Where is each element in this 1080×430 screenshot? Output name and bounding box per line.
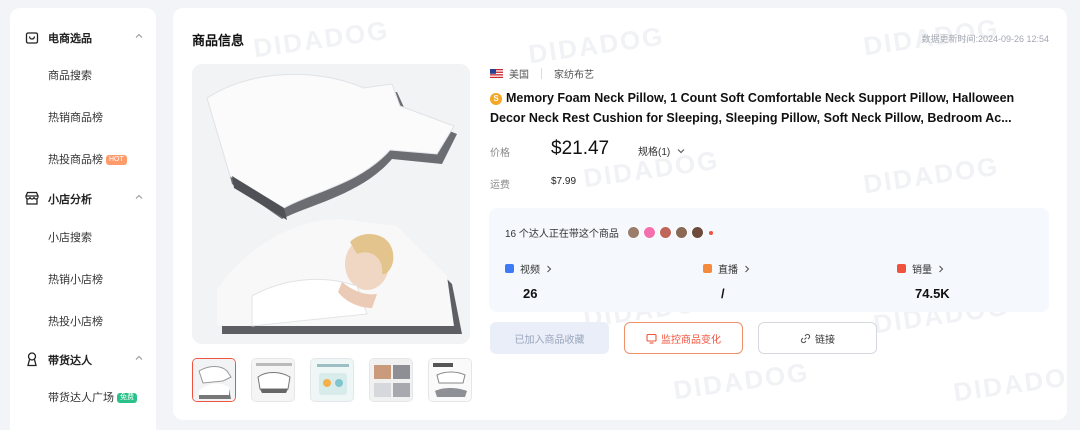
thumbnail-image xyxy=(370,359,412,401)
thumbnail-4[interactable] xyxy=(369,358,413,402)
watermark: DIDADOG xyxy=(671,356,812,406)
price-label: 价格 xyxy=(490,148,510,159)
monitor-changes-button[interactable]: 监控商品变化 xyxy=(624,322,743,354)
sidebar-item-hot-promoted-products[interactable]: 热投商品榜 HOT xyxy=(48,151,127,169)
watermark: DIDADOG xyxy=(251,14,392,64)
product-main-image[interactable] xyxy=(192,64,470,344)
sidebar-item-product-search[interactable]: 商品搜索 xyxy=(48,67,92,85)
avatar xyxy=(690,226,704,239)
divider xyxy=(541,68,542,79)
creator-stats-card: 16 个达人正在带这个商品 视频 26 直播 / 销量 74.5K xyxy=(489,208,1049,312)
product-price: $21.47 xyxy=(551,138,610,159)
link-button-label: 链接 xyxy=(815,334,835,346)
product-category: 家纺布艺 xyxy=(554,70,594,81)
monitor-icon xyxy=(646,333,657,344)
thumbnail-3[interactable] xyxy=(310,358,354,402)
sidebar-item-creator-plaza[interactable]: 带货达人广场 免费 xyxy=(48,389,137,407)
sidebar-item-hot-selling-stores[interactable]: 热销小店榜 xyxy=(48,271,103,289)
section-title: 商品信息 xyxy=(192,33,245,48)
thumbnail-2[interactable] xyxy=(251,358,295,402)
chevron-right-icon xyxy=(547,265,552,272)
user-icon xyxy=(27,352,37,367)
avatar xyxy=(674,226,688,239)
us-flag-icon xyxy=(490,69,503,78)
sidebar-group-store-analysis[interactable]: 小店分析 xyxy=(10,187,156,211)
thumbnail-5[interactable] xyxy=(428,358,472,402)
sidebar: 电商选品 商品搜索 热销商品榜 热投商品榜 HOT 小店分析 小店搜索 热销小店榜… xyxy=(10,8,156,430)
stat-label: 销量 xyxy=(912,265,932,276)
pillow-image xyxy=(192,64,470,344)
creator-count-text: 16 个达人正在带这个商品 xyxy=(505,229,619,240)
sidebar-item-label: 热投商品榜 xyxy=(48,154,103,166)
chevron-up-icon xyxy=(135,33,143,38)
free-badge: 免费 xyxy=(117,393,137,404)
stat-video[interactable]: 视频 26 xyxy=(505,261,554,301)
product-title-row: S Memory Foam Neck Pillow, 1 Count Soft C… xyxy=(490,88,1035,128)
stat-live[interactable]: 直播 / xyxy=(703,261,752,301)
product-meta: 美国 家纺布艺 xyxy=(490,66,594,81)
spec-label: 规格(1) xyxy=(638,147,671,158)
avatar xyxy=(626,226,640,239)
watermark: DIDADOG xyxy=(951,358,1067,408)
sidebar-item-hot-selling-products[interactable]: 热销商品榜 xyxy=(48,109,103,127)
stat-label: 视频 xyxy=(520,265,540,276)
monitor-button-label: 监控商品变化 xyxy=(661,334,721,346)
favorited-button[interactable]: 已加入商品收藏 xyxy=(490,322,609,354)
chevron-right-icon xyxy=(745,265,750,272)
link-button[interactable]: 链接 xyxy=(758,322,877,354)
thumbnail-1[interactable] xyxy=(192,358,236,402)
creator-avatars[interactable] xyxy=(626,226,713,239)
shopping-bag-icon xyxy=(25,32,39,44)
sidebar-group-label: 小店分析 xyxy=(48,194,92,206)
stat-value: / xyxy=(721,286,725,301)
spec-dropdown[interactable]: 规格(1) xyxy=(638,143,686,158)
sidebar-group-ecommerce[interactable]: 电商选品 xyxy=(10,26,156,50)
sidebar-group-label: 带货达人 xyxy=(48,355,92,367)
store-icon xyxy=(25,191,39,205)
stat-value: 74.5K xyxy=(915,286,950,301)
link-icon xyxy=(800,333,811,343)
watermark: DIDADOG xyxy=(861,150,1002,200)
sidebar-group-label: 电商选品 xyxy=(48,33,92,45)
chevron-up-icon xyxy=(135,355,143,360)
stat-sales[interactable]: 销量 74.5K xyxy=(897,261,950,301)
thumbnail-image xyxy=(252,359,294,401)
video-icon xyxy=(505,264,514,273)
product-info-panel: DIDADOG DIDADOG DIDADOG DIDADOG DIDADOG … xyxy=(173,8,1067,420)
chevron-right-icon xyxy=(939,265,944,272)
live-icon xyxy=(703,264,712,273)
shipping-label: 运费 xyxy=(490,180,510,191)
sales-chart-icon xyxy=(897,264,906,273)
shipping-fee: $7.99 xyxy=(551,176,577,187)
sidebar-item-store-search[interactable]: 小店搜索 xyxy=(48,229,92,247)
shop-coin-icon: S xyxy=(490,93,502,105)
sidebar-item-hot-promoted-stores[interactable]: 热投小店榜 xyxy=(48,313,103,331)
stat-label: 直播 xyxy=(718,265,738,276)
sidebar-group-creators[interactable]: 带货达人 xyxy=(10,348,156,372)
chevron-up-icon xyxy=(135,194,143,199)
product-country: 美国 xyxy=(509,70,529,81)
thumbnail-image xyxy=(193,359,235,401)
avatar xyxy=(642,226,656,239)
chevron-down-icon xyxy=(677,148,685,153)
thumbnail-strip xyxy=(192,358,472,402)
more-dot-icon xyxy=(708,230,713,235)
avatar xyxy=(658,226,672,239)
thumbnail-image xyxy=(429,359,471,401)
stat-value: 26 xyxy=(523,286,538,301)
data-update-time: 数据更新时间:2024-09-26 12:54 xyxy=(921,34,1049,44)
product-title[interactable]: Memory Foam Neck Pillow, 1 Count Soft Co… xyxy=(490,91,1014,125)
hot-badge: HOT xyxy=(106,155,127,166)
watermark: DIDADOG xyxy=(526,20,667,70)
sidebar-item-label: 带货达人广场 xyxy=(48,392,114,404)
creator-count-line: 16 个达人正在带这个商品 xyxy=(505,225,713,240)
thumbnail-image xyxy=(311,359,353,401)
